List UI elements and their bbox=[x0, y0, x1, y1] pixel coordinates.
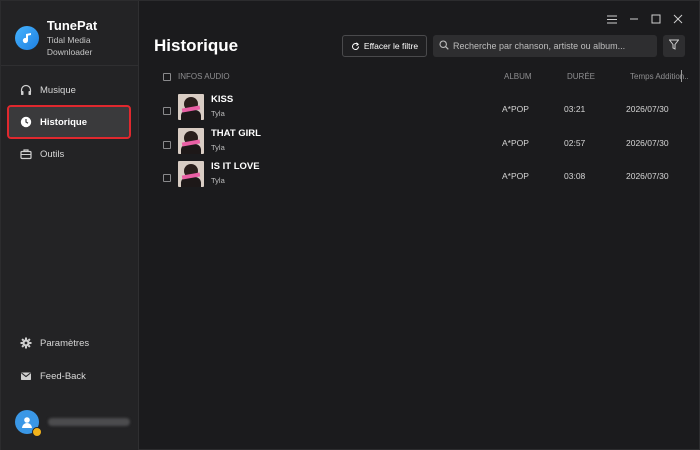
row-checkbox[interactable] bbox=[163, 107, 171, 115]
sidebar-item-label: Historique bbox=[40, 116, 87, 128]
filter-icon bbox=[668, 37, 680, 55]
reset-icon bbox=[351, 41, 360, 51]
song-artist: Tyla bbox=[211, 109, 225, 118]
filter-button[interactable] bbox=[663, 35, 685, 57]
song-date-added: 2026/07/30 bbox=[626, 104, 669, 114]
search-icon bbox=[439, 37, 449, 55]
search-box bbox=[433, 35, 657, 57]
column-header-time-added[interactable]: Temps Addition... bbox=[630, 72, 688, 81]
song-title: IS IT LOVE bbox=[211, 161, 260, 172]
page-title: Historique bbox=[154, 36, 239, 55]
song-duration: 02:57 bbox=[564, 138, 586, 148]
gear-icon bbox=[20, 337, 32, 349]
clear-filter-button[interactable]: Effacer le filtre bbox=[342, 35, 427, 57]
premium-badge-icon bbox=[32, 427, 42, 437]
column-resize-handle[interactable] bbox=[681, 70, 682, 82]
album-cover bbox=[178, 128, 204, 154]
song-album: A*POP bbox=[502, 138, 529, 148]
mail-icon bbox=[20, 370, 32, 382]
sidebar-item-label: Feed-Back bbox=[40, 370, 86, 382]
avatar[interactable] bbox=[15, 410, 42, 437]
row-checkbox[interactable] bbox=[163, 174, 171, 182]
song-date-added: 2026/07/30 bbox=[626, 171, 669, 181]
album-cover bbox=[178, 94, 204, 120]
song-artist: Tyla bbox=[211, 143, 225, 152]
close-icon[interactable] bbox=[667, 11, 689, 27]
table-header: INFOS AUDIO ALBUM DURÉE Temps Addition..… bbox=[154, 70, 688, 84]
song-title: KISS bbox=[211, 94, 234, 105]
app-name: TunePat bbox=[46, 18, 98, 33]
menu-icon[interactable] bbox=[601, 11, 623, 27]
song-title: THAT GIRL bbox=[211, 128, 261, 139]
toolbox-icon bbox=[20, 148, 32, 160]
sidebar-item-musique[interactable]: Musique bbox=[9, 75, 129, 105]
song-album: A*POP bbox=[502, 171, 529, 181]
sidebar-item-parametres[interactable]: Paramètres bbox=[9, 328, 129, 358]
select-all-checkbox[interactable] bbox=[163, 73, 171, 81]
user-name-blurred bbox=[48, 418, 130, 426]
sidebar: TunePat Tidal Media Downloader Musique H… bbox=[1, 1, 139, 450]
brand: TunePat Tidal Media Downloader bbox=[15, 18, 138, 58]
column-header-duration[interactable]: DURÉE bbox=[567, 72, 595, 81]
table-row[interactable]: KISS Tyla A*POP 03:21 2026/07/30 bbox=[154, 94, 688, 128]
app-window: TunePat Tidal Media Downloader Musique H… bbox=[0, 0, 700, 450]
row-checkbox[interactable] bbox=[163, 141, 171, 149]
table-row[interactable]: THAT GIRL Tyla A*POP 02:57 2026/07/30 bbox=[154, 128, 688, 162]
sidebar-item-historique[interactable]: Historique bbox=[7, 105, 131, 139]
sidebar-item-outils[interactable]: Outils bbox=[9, 139, 129, 169]
maximize-icon[interactable] bbox=[645, 11, 667, 27]
sidebar-item-label: Outils bbox=[40, 148, 65, 160]
sidebar-item-label: Musique bbox=[40, 84, 76, 96]
table-row[interactable]: IS IT LOVE Tyla A*POP 03:08 2026/07/30 bbox=[154, 161, 688, 195]
sidebar-item-feedback[interactable]: Feed-Back bbox=[9, 361, 129, 391]
column-header-album[interactable]: ALBUM bbox=[504, 72, 532, 81]
song-album: A*POP bbox=[502, 104, 529, 114]
sidebar-item-label: Paramètres bbox=[40, 337, 90, 349]
album-cover bbox=[178, 161, 204, 187]
app-subtitle: Tidal Media Downloader bbox=[46, 35, 93, 57]
song-duration: 03:21 bbox=[564, 104, 586, 114]
song-duration: 03:08 bbox=[564, 171, 586, 181]
headphones-icon bbox=[20, 84, 32, 96]
song-date-added: 2026/07/30 bbox=[626, 138, 669, 148]
minimize-icon[interactable] bbox=[623, 11, 645, 27]
column-header-info[interactable]: INFOS AUDIO bbox=[178, 72, 230, 81]
window-controls bbox=[601, 11, 689, 27]
user-account[interactable] bbox=[15, 410, 130, 437]
sidebar-divider bbox=[1, 65, 138, 66]
clear-filter-label: Effacer le filtre bbox=[363, 41, 419, 51]
song-artist: Tyla bbox=[211, 176, 225, 185]
app-logo-icon bbox=[15, 26, 39, 50]
clock-icon bbox=[20, 116, 32, 128]
search-input[interactable] bbox=[453, 41, 653, 51]
